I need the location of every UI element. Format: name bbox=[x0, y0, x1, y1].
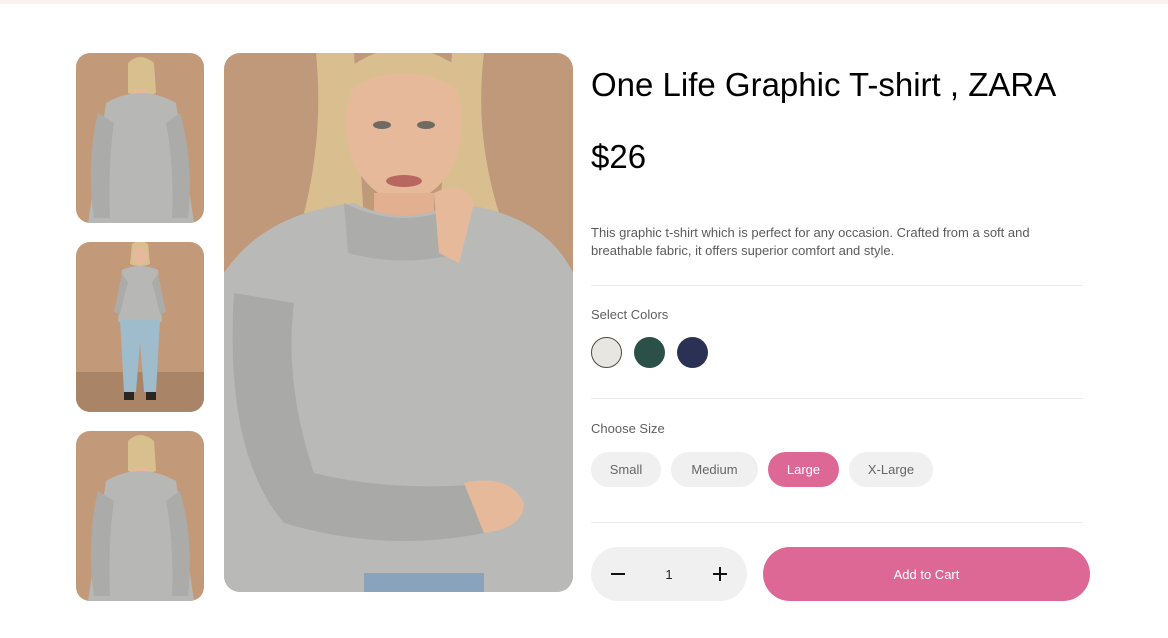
thumbnail-back-image bbox=[76, 53, 204, 223]
size-small-button[interactable]: Small bbox=[591, 452, 661, 487]
plus-icon bbox=[713, 567, 727, 581]
select-colors-label: Select Colors bbox=[591, 307, 669, 322]
main-product-image bbox=[224, 53, 573, 592]
decrease-quantity-button[interactable] bbox=[591, 547, 645, 601]
divider bbox=[591, 398, 1083, 399]
size-xlarge-button[interactable]: X-Large bbox=[849, 452, 933, 487]
product-description: This graphic t-shirt which is perfect fo… bbox=[591, 225, 1030, 258]
size-large-button[interactable]: Large bbox=[768, 452, 839, 487]
minus-icon bbox=[611, 573, 625, 575]
quantity-value: 1 bbox=[665, 566, 673, 582]
color-swatch-light-gray[interactable] bbox=[591, 337, 622, 368]
add-to-cart-button[interactable]: Add to Cart bbox=[763, 547, 1090, 601]
divider bbox=[591, 285, 1083, 286]
divider bbox=[591, 522, 1083, 523]
color-swatch-dark-green[interactable] bbox=[634, 337, 665, 368]
thumbnail-back-image-2 bbox=[76, 431, 204, 601]
choose-size-label: Choose Size bbox=[591, 421, 665, 436]
increase-quantity-button[interactable] bbox=[693, 547, 747, 601]
product-price: $26 bbox=[591, 138, 647, 175]
thumbnail-back-view[interactable] bbox=[76, 53, 204, 223]
top-accent-bar bbox=[0, 0, 1168, 4]
product-title: One Life Graphic T-shirt , ZARA bbox=[591, 66, 1057, 103]
thumbnail-full-body-image bbox=[76, 242, 204, 412]
size-medium-button[interactable]: Medium bbox=[671, 452, 758, 487]
quantity-stepper: 1 bbox=[591, 547, 747, 601]
main-product-photo bbox=[224, 53, 573, 592]
color-swatch-navy[interactable] bbox=[677, 337, 708, 368]
thumbnail-back-view-2[interactable] bbox=[76, 431, 204, 601]
thumbnail-full-body[interactable] bbox=[76, 242, 204, 412]
